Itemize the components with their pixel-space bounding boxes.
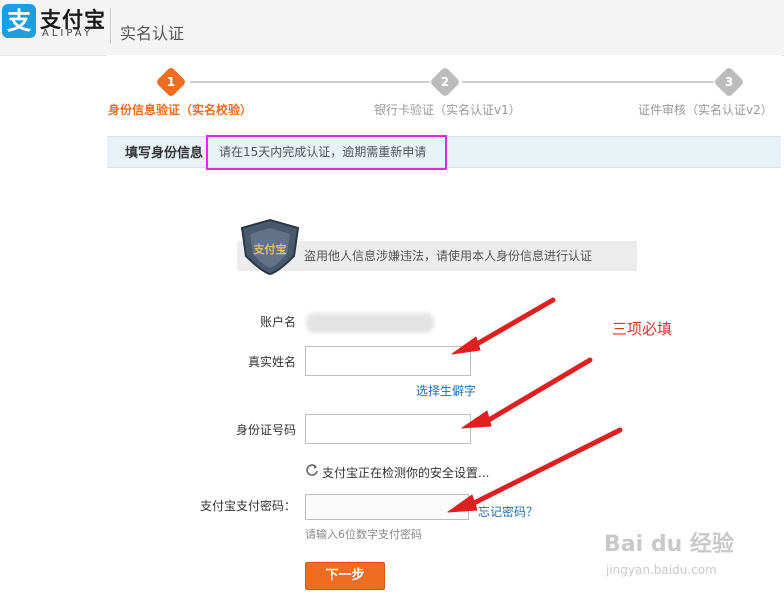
- watermark-url: jingyan.baidu.com: [606, 563, 717, 577]
- refresh-icon: [306, 464, 318, 476]
- page-title: 实名认证: [120, 24, 185, 43]
- legal-warning-text: 盗用他人信息涉嫌违法，请使用本人身份信息进行认证: [304, 249, 593, 263]
- step-connector: [462, 81, 714, 83]
- step-3-number: 3: [724, 75, 734, 89]
- annotation-highlight-box: [206, 135, 447, 170]
- step-2-number: 2: [440, 75, 450, 89]
- pay-password-hint: 请输入6位数字支付密码: [305, 528, 422, 541]
- step-3-label: 证件审核（实名认证v2）: [638, 103, 773, 117]
- alipay-logo-icon[interactable]: 支: [2, 4, 36, 38]
- logo-subtext: ALIPAY: [42, 28, 93, 39]
- header-divider: [110, 8, 111, 44]
- id-number-label: 身份证号码: [235, 423, 296, 437]
- step-2-label: 银行卡验证（实名认证v1）: [374, 103, 521, 117]
- step-1-label: 身份信息验证（实名校验）: [108, 103, 253, 117]
- real-name-label: 真实姓名: [247, 355, 296, 369]
- account-value-masked: [306, 313, 434, 333]
- step-1-number: 1: [166, 75, 176, 89]
- account-label: 账户名: [259, 315, 296, 329]
- red-arrow-icon: [447, 297, 623, 513]
- shield-icon: 支付宝: [240, 218, 300, 276]
- pay-password-label: 支付宝支付密码：: [199, 499, 296, 513]
- watermark-brand: Bai du 经验: [604, 532, 734, 557]
- next-step-button[interactable]: 下一步: [305, 562, 385, 590]
- section-title: 填写身份信息: [125, 146, 204, 161]
- step-connector: [190, 81, 430, 83]
- header-bar: [0, 0, 784, 56]
- svg-text:支付宝: 支付宝: [253, 242, 287, 256]
